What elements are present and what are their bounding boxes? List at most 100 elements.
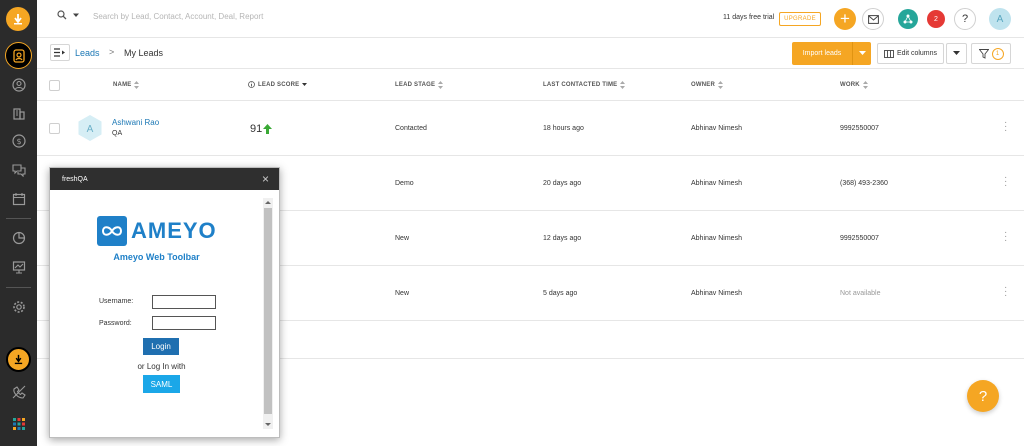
sort-icon — [620, 81, 626, 89]
row-checkbox[interactable] — [49, 123, 60, 134]
trial-text: 11 days free trial — [723, 14, 775, 21]
sidebar-item-settings-icon[interactable] — [9, 297, 28, 316]
column-header-lead-score[interactable]: LEAD SCORE — [248, 81, 308, 88]
filter-icon — [978, 48, 989, 59]
share-nodes-icon — [903, 14, 913, 24]
ameyo-logo: AMEYO — [97, 216, 217, 246]
integrations-button[interactable] — [898, 9, 918, 29]
login-button[interactable]: Login — [143, 338, 179, 355]
sidebar-item-reports-icon[interactable] — [9, 228, 28, 247]
sort-desc-icon — [302, 83, 308, 86]
sidebar-item-calendar-icon[interactable] — [9, 189, 28, 208]
ameyo-logo-text: AMEYO — [131, 218, 217, 243]
popup-scroll-thumb[interactable] — [264, 208, 272, 414]
row-actions-kebab-icon[interactable]: · · · — [1004, 228, 1007, 246]
help-fab-button[interactable]: ? — [967, 380, 999, 412]
sub-header: Leads > My Leads Import leads Edit colum… — [37, 38, 1024, 69]
import-leads-label: Import leads — [802, 50, 842, 57]
freshsales-logo-icon[interactable] — [6, 7, 30, 31]
filter-button[interactable]: 1 — [971, 43, 1011, 64]
work-phone[interactable]: 9992550007 — [840, 125, 879, 132]
username-label: Username: — [99, 298, 134, 305]
lead-job-title: QA — [112, 130, 123, 137]
help-button[interactable]: ? — [954, 8, 976, 30]
phone-icon[interactable] — [6, 347, 31, 372]
lead-score: 91 — [250, 123, 273, 135]
mail-icon — [867, 14, 879, 24]
sidebar-item-contacts-icon[interactable] — [9, 75, 28, 94]
columns-icon — [884, 49, 894, 58]
work-phone[interactable]: 9992550007 — [840, 235, 879, 242]
add-new-button[interactable]: + — [834, 8, 856, 30]
saml-button[interactable]: SAML — [143, 375, 180, 393]
top-bar: 11 days free trial UPGRADE + 2 ? A — [37, 0, 1024, 38]
column-header-lead-stage[interactable]: LEAD STAGE — [395, 81, 444, 89]
search-input[interactable] — [93, 12, 333, 21]
last-contacted: 12 days ago — [543, 235, 582, 242]
ameyo-infinity-icon — [97, 216, 127, 246]
upgrade-button[interactable]: UPGRADE — [779, 12, 821, 26]
column-header-name[interactable]: NAME — [113, 81, 140, 89]
notifications-badge[interactable]: 2 — [927, 10, 945, 28]
owner: Abhinav Nimesh — [691, 235, 742, 242]
popup-scrollbar[interactable] — [263, 198, 273, 429]
search-scope-selector[interactable] — [57, 10, 80, 20]
owner: Abhinav Nimesh — [691, 125, 742, 132]
password-label: Password: — [99, 320, 132, 327]
table-row[interactable]: A Ashwani Rao QA 91 Contacted 18 hours a… — [37, 101, 1024, 156]
lead-name-link[interactable]: Ashwani Rao — [112, 118, 159, 127]
sidebar-item-accounts-icon[interactable] — [9, 103, 28, 122]
caret-down-icon — [953, 51, 960, 55]
scroll-up-icon[interactable] — [263, 198, 273, 206]
row-actions-kebab-icon[interactable]: · · · — [1004, 173, 1007, 191]
owner: Abhinav Nimesh — [691, 290, 742, 297]
password-field[interactable] — [152, 316, 216, 330]
table-header: NAME LEAD SCORE LEAD STAGE LAST CONTACTE… — [37, 69, 1024, 101]
svg-text:$: $ — [16, 137, 21, 146]
column-header-work[interactable]: WORK — [840, 81, 868, 89]
user-avatar[interactable]: A — [989, 8, 1011, 30]
lead-stage: Demo — [395, 180, 414, 187]
sort-icon — [134, 81, 140, 89]
lead-stage: New — [395, 290, 410, 297]
edit-columns-button[interactable]: Edit columns — [877, 43, 944, 64]
row-actions-kebab-icon[interactable]: · · · — [1004, 283, 1007, 301]
work-phone[interactable]: (368) 493-2360 — [840, 180, 888, 187]
last-contacted: 5 days ago — [543, 290, 578, 297]
import-leads-button[interactable]: Import leads — [792, 42, 871, 65]
column-header-owner[interactable]: OWNER — [691, 81, 723, 89]
view-toggle-button[interactable] — [50, 44, 70, 61]
sidebar-item-deals-icon[interactable]: $ — [9, 131, 28, 150]
view-options-dropdown[interactable] — [946, 43, 967, 64]
sidebar-item-dashboard-icon[interactable] — [9, 257, 28, 276]
row-actions-kebab-icon[interactable]: · · · — [1004, 118, 1007, 136]
email-button[interactable] — [862, 8, 884, 30]
breadcrumb-separator: > — [109, 47, 115, 57]
or-login-with-text: or Log In with — [137, 362, 186, 371]
breadcrumb-current: My Leads — [124, 48, 164, 58]
sidebar-item-conversations-icon[interactable] — [9, 160, 28, 179]
list-view-icon — [54, 48, 65, 57]
popup-title: freshQA — [62, 175, 88, 183]
lead-avatar-initial: A — [87, 124, 94, 135]
caret-down-icon — [858, 51, 866, 55]
lead-avatar[interactable]: A — [76, 114, 104, 142]
sidebar-item-leads-icon[interactable] — [5, 42, 32, 69]
sort-icon — [862, 81, 868, 89]
sidebar-item-no-calls-icon[interactable] — [9, 382, 28, 401]
lead-stage: Contacted — [395, 125, 427, 132]
breadcrumb-leads-link[interactable]: Leads — [75, 48, 100, 58]
select-all-checkbox[interactable] — [49, 80, 60, 91]
import-dropdown-caret[interactable] — [852, 42, 871, 65]
close-icon[interactable]: × — [262, 172, 269, 186]
edit-columns-label: Edit columns — [896, 50, 938, 57]
sidebar-divider — [6, 218, 31, 219]
filter-count-badge: 1 — [991, 47, 1004, 60]
owner: Abhinav Nimesh — [691, 180, 742, 187]
last-contacted: 18 hours ago — [543, 125, 584, 132]
column-header-last-contacted[interactable]: LAST CONTACTED TIME — [543, 81, 626, 89]
username-field[interactable] — [152, 295, 216, 309]
scroll-down-icon[interactable] — [263, 421, 273, 429]
apps-grid-icon[interactable] — [9, 414, 28, 433]
freshqa-popup: freshQA × AMEYO Ameyo Web Toolbar Userna… — [49, 167, 280, 438]
